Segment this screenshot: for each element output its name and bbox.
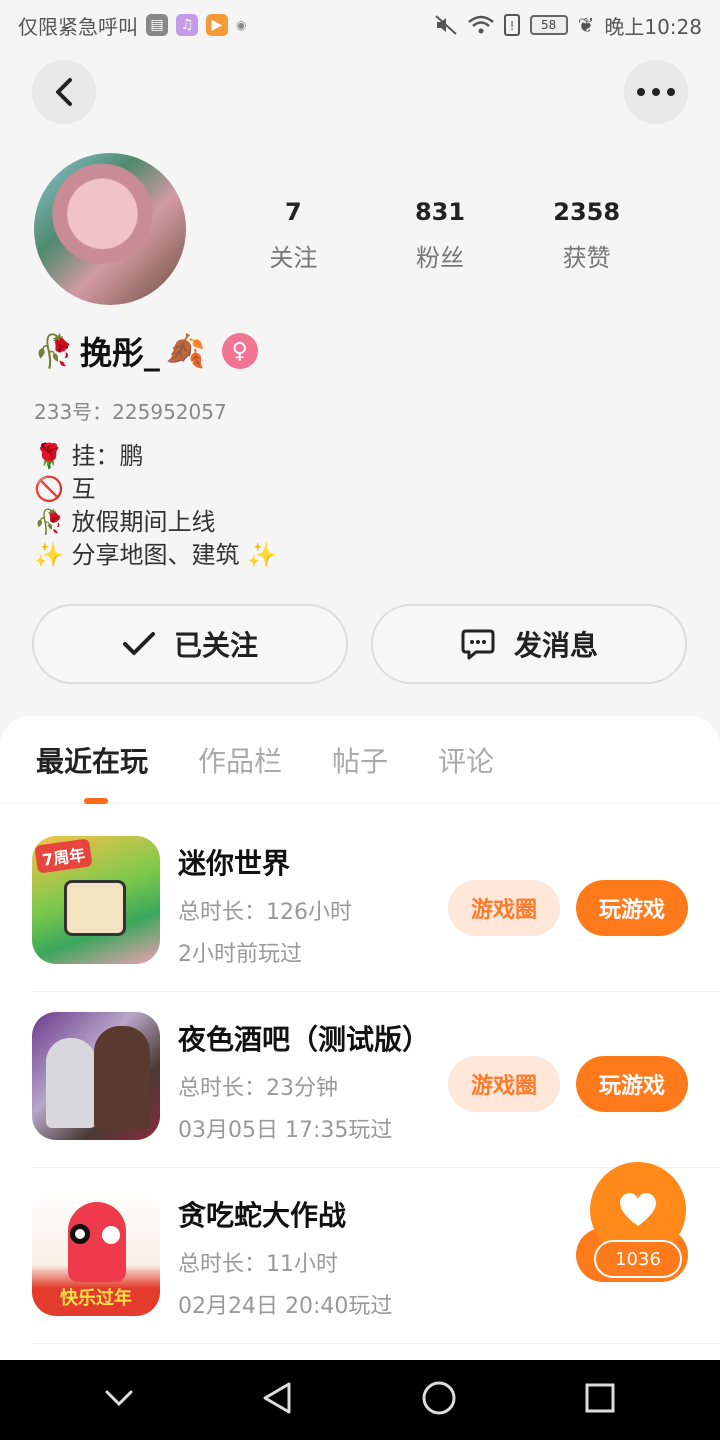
game-row-night-bar[interactable]: 夜色酒吧（测试版） 总时长：23分钟 03月05日 17:35玩过 游戏圈 玩游… <box>32 992 720 1168</box>
followed-button[interactable]: 已关注 <box>32 604 348 684</box>
mini-world-character <box>64 880 126 936</box>
chat-bubble-icon <box>461 629 495 660</box>
more-button[interactable] <box>624 60 688 124</box>
stat-value: 831 <box>414 198 466 226</box>
system-nav-bar <box>0 1360 720 1440</box>
square-recents-icon <box>585 1383 615 1413</box>
name-prefix-emoji: 🥀 <box>34 332 74 370</box>
nav-recents-button[interactable] <box>584 1382 616 1418</box>
like-count: 1036 <box>594 1240 682 1278</box>
name-suffix-emoji: 🍂 <box>165 332 206 370</box>
game-duration: 总时长：23分钟 <box>178 1076 338 1101</box>
game-title: 贪吃蛇大作战 <box>178 1199 347 1232</box>
document-app-icon: ▤ <box>146 14 168 36</box>
profile-stats: 7 关注 831 粉丝 2358 获赞 <box>220 198 660 273</box>
game-last-played: 02月24日 20:40玩过 <box>178 1294 393 1319</box>
send-message-button[interactable]: 发消息 <box>371 604 687 684</box>
notification-dot-icon: ◉ <box>236 18 247 32</box>
play-game-button[interactable]: 玩游戏 <box>576 880 688 936</box>
stat-label: 粉丝 <box>416 244 464 272</box>
back-arrow-icon <box>56 78 72 106</box>
game-duration: 总时长：11小时 <box>178 1252 338 1277</box>
clock: 晚上10:28 <box>604 14 702 39</box>
carrier-text: 仅限紧急呼叫 <box>18 14 138 39</box>
back-button[interactable] <box>32 60 96 124</box>
status-bar: 仅限紧急呼叫 ▤ ♫ ▶ ◉ ! 58 ❦ 晚上10:28 <box>0 0 720 50</box>
floating-like-button[interactable]: 1036 <box>576 1162 688 1282</box>
leaf-icon: ❦ <box>577 13 595 37</box>
new-year-banner: 快乐过年 <box>60 1288 132 1309</box>
bio-line: 🥀 放假期间上线 <box>34 508 216 536</box>
stat-likes[interactable]: 2358 获赞 <box>513 198 660 273</box>
game-last-played: 2小时前玩过 <box>178 942 302 967</box>
tab-recent-play[interactable]: 最近在玩 <box>36 740 148 780</box>
checkmark-icon <box>122 632 155 655</box>
mute-icon <box>434 14 458 36</box>
chevron-down-icon <box>105 1390 133 1407</box>
bio: 🌹 挂：鹏 🚫 互 🥀 放假期间上线 ✨ 分享地图、建筑 ✨ <box>34 440 277 572</box>
triangle-back-icon <box>263 1382 291 1414</box>
send-message-label: 发消息 <box>513 629 598 662</box>
night-bar-game-icon <box>32 1012 160 1140</box>
wifi-icon <box>467 15 494 35</box>
night-bar-character-right <box>94 1026 150 1130</box>
stat-value: 2358 <box>553 198 621 226</box>
active-tab-indicator <box>84 798 108 804</box>
stat-followers[interactable]: 831 粉丝 <box>367 198 514 273</box>
sim-alert-icon: ! <box>503 14 520 36</box>
bio-line: ✨ 分享地图、建筑 ✨ <box>34 541 278 569</box>
play-game-button[interactable]: 玩游戏 <box>576 1056 688 1112</box>
bio-line: 🚫 互 <box>34 475 96 503</box>
username-row: 🥀 挽彤_ 🍂 ♀ <box>34 328 258 374</box>
tab-works[interactable]: 作品栏 <box>198 740 282 780</box>
game-last-played: 03月05日 17:35玩过 <box>178 1118 393 1143</box>
nav-home-button[interactable] <box>421 1380 457 1420</box>
tab-bar: 最近在玩 作品栏 帖子 评论 <box>0 716 720 804</box>
nav-hide-button[interactable] <box>104 1388 134 1412</box>
heart-icon <box>620 1193 656 1226</box>
game-title: 迷你世界 <box>178 847 291 880</box>
snake-game-icon: 快乐过年 <box>32 1188 160 1316</box>
svg-text:!: ! <box>509 19 514 33</box>
bio-line: 🌹 挂：鹏 <box>34 442 144 470</box>
tab-posts[interactable]: 帖子 <box>332 740 388 780</box>
user-id[interactable]: 233号：225952057 <box>34 396 227 425</box>
game-duration: 总时长：126小时 <box>178 900 352 925</box>
stat-label: 获赞 <box>562 244 611 272</box>
stat-label: 关注 <box>269 244 318 272</box>
circle-home-icon <box>422 1381 456 1415</box>
game-row-mini-world[interactable]: 7周年 迷你世界 总时长：126小时 2小时前玩过 游戏圈 玩游戏 <box>32 816 720 992</box>
battery-level: 58 <box>540 18 557 32</box>
username: 挽彤_ <box>79 334 160 372</box>
tab-comments[interactable]: 评论 <box>438 740 494 780</box>
stat-following[interactable]: 7 关注 <box>220 198 367 273</box>
followed-label: 已关注 <box>173 629 258 662</box>
female-gender-icon: ♀ <box>221 333 258 369</box>
nav-back-button[interactable] <box>261 1381 293 1419</box>
avatar[interactable] <box>34 153 186 305</box>
game-circle-button[interactable]: 游戏圈 <box>448 1056 560 1112</box>
snake-eye-right <box>102 1226 120 1244</box>
mini-world-game-icon: 7周年 <box>32 836 160 964</box>
night-bar-character-left <box>46 1038 96 1128</box>
more-dots-icon <box>637 88 675 96</box>
game-circle-button[interactable]: 游戏圈 <box>448 880 560 936</box>
anniversary-badge: 7周年 <box>34 838 93 874</box>
snake-eye-left <box>70 1224 90 1244</box>
battery-indicator: 58 <box>529 15 568 35</box>
video-app-icon: ▶ <box>206 14 228 36</box>
stat-value: 7 <box>284 198 302 226</box>
game-title: 夜色酒吧（测试版） <box>178 1023 431 1056</box>
music-app-icon: ♫ <box>176 14 198 36</box>
